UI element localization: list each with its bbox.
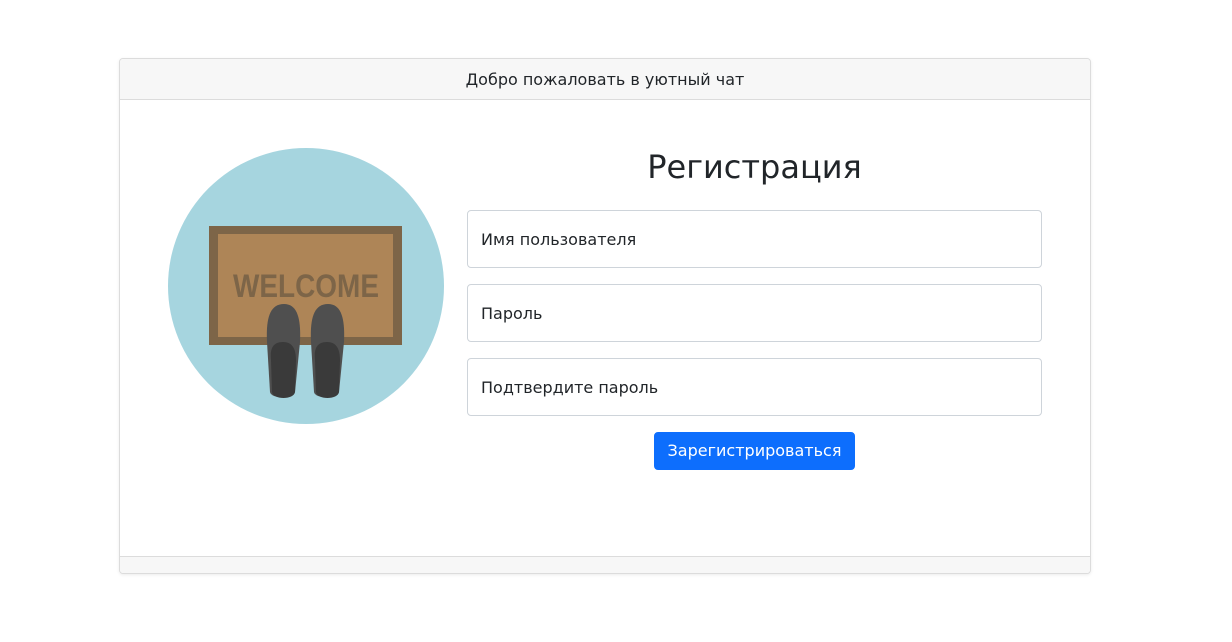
card-footer — [120, 556, 1090, 573]
register-button[interactable]: Зарегистрироваться — [653, 432, 856, 470]
welcome-mat-slippers-icon: WELCOME — [168, 148, 444, 424]
registration-form: Регистрация Зарегистрироваться — [467, 146, 1042, 470]
registration-card: Добро пожаловать в уютный чат WELCOME Ре… — [119, 58, 1091, 574]
welcome-mat-text: WELCOME — [233, 268, 379, 304]
left-slipper — [266, 304, 301, 398]
submit-wrapper: Зарегистрироваться — [467, 432, 1042, 470]
welcome-illustration: WELCOME — [168, 148, 444, 424]
confirm-password-input[interactable] — [467, 358, 1042, 416]
right-slipper — [310, 304, 345, 398]
form-title: Регистрация — [647, 148, 862, 186]
card-header-title: Добро пожаловать в уютный чат — [465, 69, 745, 89]
username-input[interactable] — [467, 210, 1042, 268]
card-header: Добро пожаловать в уютный чат — [120, 59, 1090, 100]
password-input[interactable] — [467, 284, 1042, 342]
